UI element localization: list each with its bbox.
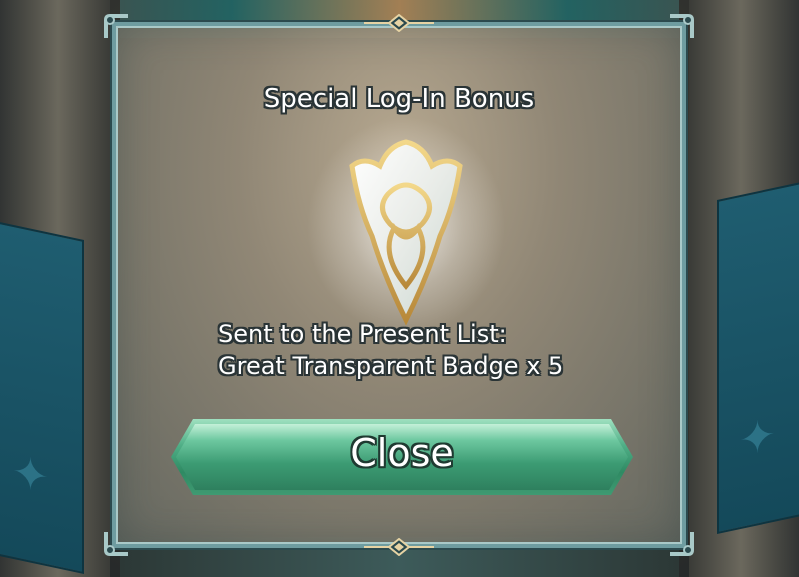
frame-corner-icon: [666, 528, 696, 558]
reward-message-line2: Great Transparent Badge x 5: [218, 352, 564, 380]
right-banner: ✦: [717, 180, 799, 534]
great-transparent-badge-icon: [306, 116, 506, 336]
frame-ornament-icon: [364, 537, 434, 557]
close-button-label: Close: [350, 431, 454, 475]
banner-emblem-icon: ✦: [739, 408, 776, 468]
close-button[interactable]: Close: [171, 419, 633, 495]
banner-emblem-icon: ✦: [12, 445, 49, 505]
login-bonus-dialog: Special Log-In Bonus Sent to the Present…: [104, 13, 694, 557]
reward-message: Sent to the Present List: Great Transpar…: [218, 318, 563, 382]
frame-corner-icon: [102, 12, 132, 42]
dialog-title: Special Log-In Bonus: [263, 84, 535, 114]
frame-corner-icon: [666, 12, 696, 42]
frame-corner-icon: [102, 528, 132, 558]
left-banner: ✦: [0, 220, 84, 574]
reward-message-line1: Sent to the Present List:: [218, 320, 507, 348]
frame-ornament-icon: [364, 13, 434, 33]
